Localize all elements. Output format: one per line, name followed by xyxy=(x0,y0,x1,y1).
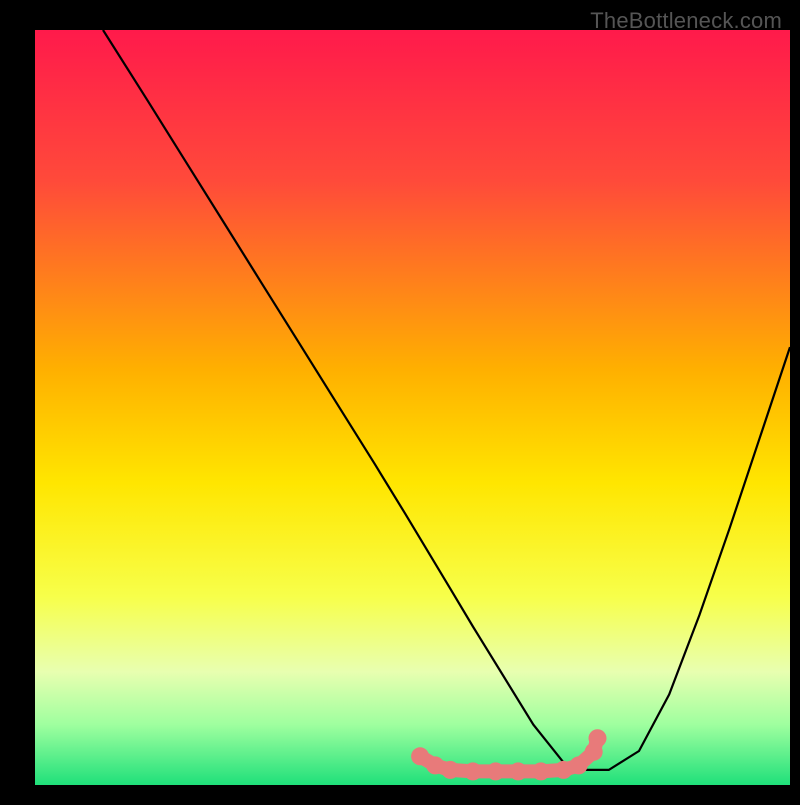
watermark-text: TheBottleneck.com xyxy=(590,8,782,34)
marker-dot xyxy=(532,762,550,780)
marker-dot xyxy=(509,762,527,780)
marker-dot xyxy=(570,756,588,774)
marker-dot xyxy=(441,761,459,779)
marker-dot xyxy=(464,762,482,780)
chart-svg xyxy=(0,0,800,800)
marker-dot xyxy=(487,762,505,780)
bottleneck-chart: TheBottleneck.com xyxy=(0,0,800,800)
marker-dot xyxy=(589,729,607,747)
marker-dot xyxy=(411,747,429,765)
